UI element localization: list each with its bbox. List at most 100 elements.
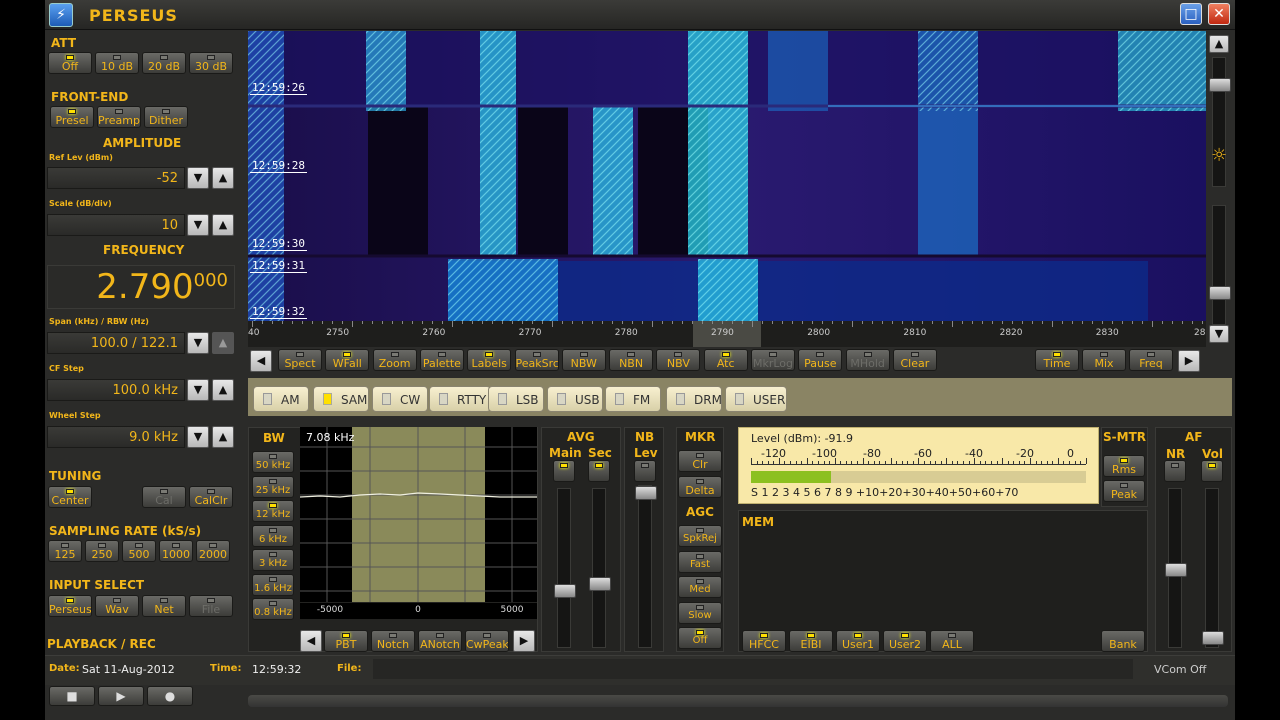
filter-cwpeak-button[interactable]: CwPeak [465,630,509,652]
filter-anotch-button[interactable]: ANotch [418,630,462,652]
sampling-2000-button[interactable]: 2000 [196,540,230,562]
filter-notch-button[interactable]: Notch [371,630,415,652]
front-end-dither-button[interactable]: Dither [144,106,188,128]
contrast-thumb[interactable] [1209,286,1231,300]
wheel-step-down-arrow-icon[interactable]: ▼ [187,426,209,448]
toolbar-atc-button[interactable]: Atc [703,349,748,371]
cf-step-down-arrow-icon[interactable]: ▼ [187,379,209,401]
mode-sam-button[interactable]: SAM [313,386,369,412]
tuning-calclr-button[interactable]: CalClr [189,486,233,508]
wheel-step-up-arrow-icon[interactable]: ▲ [212,426,234,448]
span-down-arrow-icon[interactable]: ▼ [187,332,209,354]
front-end-preamp-button[interactable]: Preamp [97,106,141,128]
avg-main-toggle[interactable] [553,460,575,482]
toolbar-time-button[interactable]: Time [1035,349,1079,371]
nr-thumb[interactable] [1165,563,1187,577]
toolbar-nbn-button[interactable]: NBN [609,349,654,371]
mem-user2-button[interactable]: User2 [883,630,927,652]
sampling-250-button[interactable]: 250 [85,540,119,562]
filter-pbt-button[interactable]: PBT [324,630,368,652]
filter-right-arrow-icon[interactable]: ▶ [513,630,535,652]
scroll-down-arrow-icon[interactable]: ▼ [1209,325,1229,343]
sampling-1000-button[interactable]: 1000 [159,540,193,562]
playback-progress[interactable] [248,695,1228,707]
ref-level-down-arrow-icon[interactable]: ▼ [187,167,209,189]
bank-button[interactable]: Bank [1101,630,1145,652]
record-icon[interactable]: ● [147,686,193,706]
scale-down-arrow-icon[interactable]: ▼ [187,214,209,236]
toolbar-palette-button[interactable]: Palette [419,349,464,371]
toolbar-spect-button[interactable]: Spect [278,349,322,371]
avg-sec-slider[interactable] [589,488,611,648]
cf-step-field[interactable]: 100.0 kHz [47,379,185,401]
agc-slow-button[interactable]: Slow [678,601,722,624]
nr-toggle[interactable] [1164,460,1186,482]
bw-08khz-button[interactable]: 0.8 kHz [252,598,294,620]
mode-drm-button[interactable]: DRM [666,386,722,412]
vol-thumb[interactable] [1202,631,1224,645]
mkr-clr-button[interactable]: Clr [678,450,722,472]
toolbar-labels-button[interactable]: Labels [467,349,512,371]
toolbar-clear-button[interactable]: Clear [892,349,937,371]
bw-25khz-button[interactable]: 25 kHz [252,475,294,498]
mode-fm-button[interactable]: FM [605,386,661,412]
input-file-button[interactable]: File [189,595,233,617]
avg-main-thumb[interactable] [554,584,576,598]
cf-step-up-arrow-icon[interactable]: ▲ [212,379,234,401]
mem-eibi-button[interactable]: EIBI [789,630,833,652]
agc-spkrej-button[interactable]: SpkRej [678,525,722,547]
toolbar-freq-button[interactable]: Freq [1129,349,1173,371]
mode-rtty-button[interactable]: RTTY [429,386,491,412]
scale-up-arrow-icon[interactable]: ▲ [212,214,234,236]
brightness-slider[interactable] [1209,57,1231,187]
filter-display[interactable]: 7.08 kHz [300,427,537,602]
close-button[interactable]: ✕ [1208,3,1230,25]
mem-all-button[interactable]: ALL [930,630,974,652]
frequency-display[interactable]: 2.790000 [47,265,235,309]
toolbar-left-arrow-icon[interactable]: ◀ [250,350,272,372]
mem-user1-button[interactable]: User1 [836,630,880,652]
scale-field[interactable]: 10 [47,214,185,236]
agc-off-button[interactable]: Off [678,627,722,649]
s-mtr-peak-button[interactable]: Peak [1103,480,1145,502]
att-30-db-button[interactable]: 30 dB [189,52,233,74]
scroll-up-arrow-icon[interactable]: ▲ [1209,35,1229,53]
mode-usb-button[interactable]: USB [547,386,603,412]
nr-slider[interactable] [1165,488,1187,648]
file-field[interactable] [373,659,1133,679]
toolbar-right-arrow-icon[interactable]: ▶ [1178,350,1200,372]
vol-toggle[interactable] [1201,460,1223,482]
vol-slider[interactable] [1202,488,1224,648]
toolbar-nbv-button[interactable]: NBV [656,349,701,371]
agc-fast-button[interactable]: Fast [678,550,722,573]
tuning-cal-button[interactable]: Cal [142,486,186,508]
toolbar-mhold-button[interactable]: MHold [845,349,890,371]
nb-slider[interactable] [635,485,657,648]
agc-med-button[interactable]: Med [678,576,722,598]
att-off-button[interactable]: Off [48,52,92,74]
bw-16khz-button[interactable]: 1.6 kHz [252,573,294,596]
input-perseus-button[interactable]: Perseus [48,595,92,617]
bw-12khz-button[interactable]: 12 kHz [252,500,294,522]
mkr-delta-button[interactable]: Delta [678,476,722,498]
att-20-db-button[interactable]: 20 dB [142,52,186,74]
sampling-500-button[interactable]: 500 [122,540,156,562]
nb-toggle[interactable] [634,460,656,482]
toolbar-mix-button[interactable]: Mix [1082,349,1126,371]
input-net-button[interactable]: Net [142,595,186,617]
avg-sec-toggle[interactable] [588,460,610,482]
span-up-arrow-icon[interactable]: ▲ [212,332,234,354]
bw-3khz-button[interactable]: 3 kHz [252,549,294,571]
stop-icon[interactable]: ■ [49,686,95,706]
nb-thumb[interactable] [635,486,657,500]
mode-user-button[interactable]: USER [725,386,787,412]
avg-main-slider[interactable] [554,488,576,648]
sampling-125-button[interactable]: 125 [48,540,82,562]
waterfall-display[interactable]: 12:59:26 12:59:28 12:59:30 12:59:31 12:59:32 [248,31,1206,321]
contrast-slider[interactable] [1209,205,1231,325]
mode-am-button[interactable]: AM [253,386,309,412]
minimize-button[interactable]: □ [1180,3,1202,25]
toolbar-wfall-button[interactable]: WFall [325,349,370,371]
front-end-presel-button[interactable]: Presel [50,106,94,128]
toolbar-peaksrc-button[interactable]: PeakSrc [514,349,559,371]
